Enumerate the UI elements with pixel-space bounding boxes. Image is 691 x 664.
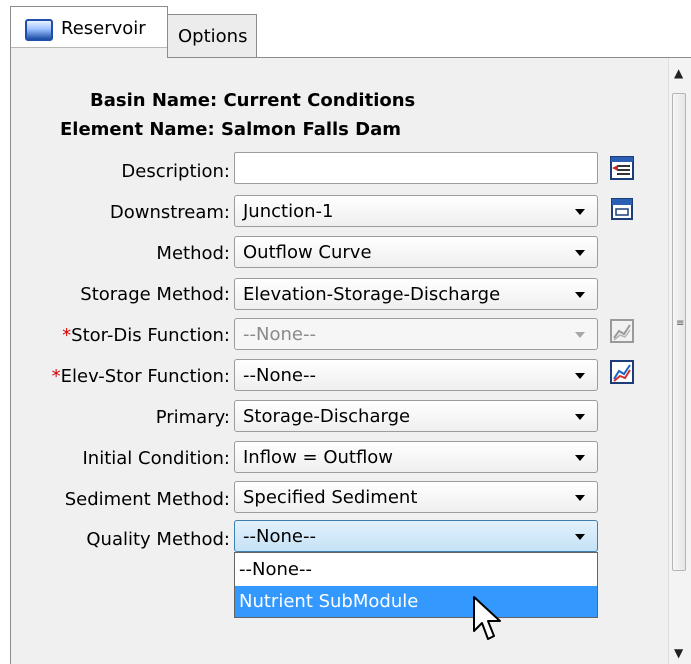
chevron-down-icon [575, 250, 585, 256]
sediment-method-select[interactable]: Specified Sediment [234, 481, 598, 513]
chevron-down-icon [575, 209, 585, 215]
chevron-down-icon [575, 292, 585, 298]
chevron-down-icon [575, 332, 585, 338]
tab-reservoir[interactable]: Reservoir [10, 6, 168, 58]
chevron-down-icon [575, 414, 585, 420]
downstream-label: Downstream: [109, 202, 230, 223]
scroll-up-arrow-icon[interactable]: ▲ [674, 66, 683, 80]
mouse-cursor-icon [473, 596, 501, 640]
required-marker: * [51, 366, 61, 387]
initial-condition-label: Initial Condition: [82, 448, 231, 469]
elev-stor-label-text: Elev-Stor Function: [60, 366, 230, 387]
scroll-thumb[interactable]: ≡ [672, 93, 686, 571]
description-field[interactable] [234, 152, 598, 184]
method-label: Method: [156, 243, 230, 264]
element-name: Element Name: Salmon Falls Dam [60, 119, 401, 140]
chevron-down-icon [575, 373, 585, 379]
sediment-method-label: Sediment Method: [64, 489, 230, 510]
tab-options[interactable]: Options [167, 14, 257, 58]
quality-method-dropdown: --None-- Nutrient SubModule [234, 552, 598, 618]
scroll-grip-icon: ≡ [676, 318, 685, 329]
tab-reservoir-label: Reservoir [61, 18, 146, 39]
basin-name: Basin Name: Current Conditions [90, 90, 416, 111]
scroll-down-arrow-icon[interactable]: ▼ [674, 646, 683, 660]
dropdown-option-label: Nutrient SubModule [239, 591, 419, 612]
storage-method-label: Storage Method: [80, 284, 230, 305]
description-label: Description: [121, 161, 230, 182]
reservoir-icon [25, 19, 53, 41]
method-value: Outflow Curve [243, 242, 372, 263]
tab-options-label: Options [178, 26, 248, 47]
vertical-scrollbar[interactable]: ▲ ≡ ▼ [668, 58, 691, 664]
stor-dis-chart-icon[interactable] [609, 318, 635, 344]
quality-method-select[interactable]: --None-- [234, 520, 598, 552]
primary-value: Storage-Discharge [243, 406, 411, 427]
quality-method-value: --None-- [243, 526, 316, 547]
storage-method-value: Elevation-Storage-Discharge [243, 284, 501, 305]
quality-method-label: Quality Method: [86, 529, 230, 550]
downstream-select[interactable]: Junction-1 [234, 195, 598, 227]
chevron-down-icon [575, 534, 585, 540]
initial-condition-value: Inflow = Outflow [243, 447, 394, 468]
chevron-down-icon [575, 455, 585, 461]
elev-stor-value: --None-- [243, 365, 316, 386]
stor-dis-label-text: Stor-Dis Function: [71, 325, 230, 346]
stor-dis-value: --None-- [243, 324, 316, 345]
primary-label: Primary: [155, 407, 230, 428]
dropdown-option-nutrient-submodule[interactable]: Nutrient SubModule [235, 586, 597, 617]
downstream-select-icon[interactable] [609, 196, 635, 222]
stor-dis-function-select[interactable]: --None-- [234, 318, 598, 350]
storage-method-select[interactable]: Elevation-Storage-Discharge [234, 278, 598, 310]
elev-stor-chart-icon[interactable] [609, 359, 635, 385]
description-editor-icon[interactable] [609, 155, 635, 181]
dropdown-option-label: --None-- [239, 559, 312, 580]
primary-select[interactable]: Storage-Discharge [234, 400, 598, 432]
downstream-value: Junction-1 [243, 201, 334, 222]
method-select[interactable]: Outflow Curve [234, 236, 598, 268]
chevron-down-icon [575, 495, 585, 501]
tab-bar: Reservoir Options [0, 0, 691, 58]
dropdown-option-none[interactable]: --None-- [235, 554, 597, 585]
elev-stor-label: *Elev-Stor Function: [52, 366, 230, 387]
elev-stor-function-select[interactable]: --None-- [234, 359, 598, 391]
stor-dis-label: *Stor-Dis Function: [62, 325, 230, 346]
initial-condition-select[interactable]: Inflow = Outflow [234, 441, 598, 473]
required-marker: * [62, 325, 72, 346]
sediment-method-value: Specified Sediment [243, 487, 418, 508]
